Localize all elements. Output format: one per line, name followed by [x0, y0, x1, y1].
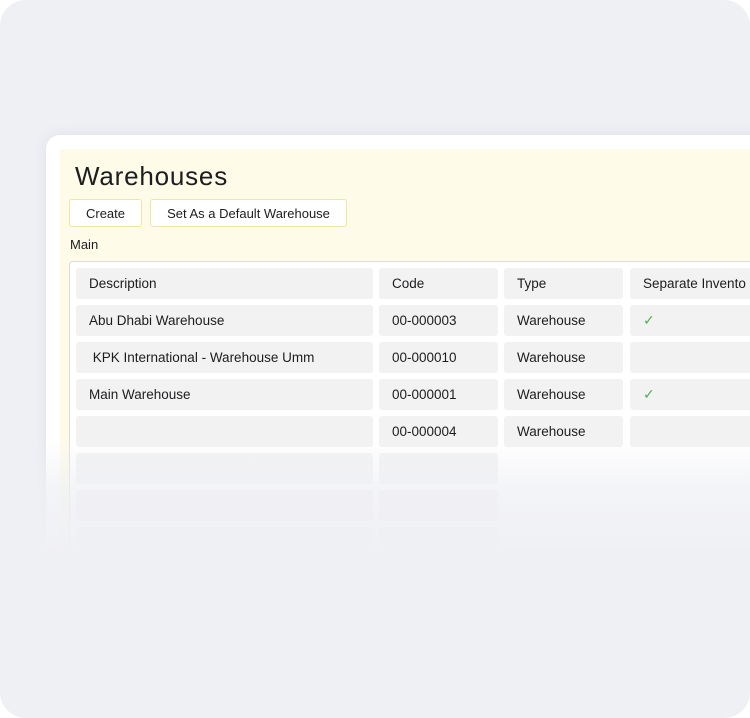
table-row-separate-inventory[interactable]: [630, 342, 750, 373]
set-default-warehouse-button[interactable]: Set As a Default Warehouse: [150, 199, 347, 227]
placeholder-cell: [76, 527, 373, 558]
create-button[interactable]: Create: [69, 199, 142, 227]
table-row-type[interactable]: Warehouse: [504, 416, 623, 447]
table-row-code[interactable]: 00-000010: [379, 342, 498, 373]
column-header-type[interactable]: Type: [504, 268, 623, 299]
placeholder-cell: [379, 527, 498, 558]
table-row-code[interactable]: 00-000003: [379, 305, 498, 336]
placeholder-cell: [379, 490, 498, 521]
table-row-separate-inventory[interactable]: ✓: [630, 305, 750, 336]
placeholder-cell: [76, 490, 373, 521]
column-header-description[interactable]: Description: [76, 268, 373, 299]
placeholder-cell: [379, 453, 498, 484]
check-icon: ✓: [643, 312, 655, 328]
check-icon: ✓: [643, 386, 655, 402]
placeholder-cell: [76, 453, 373, 484]
table-row-description[interactable]: Abu Dhabi Warehouse: [76, 305, 373, 336]
table-row-type[interactable]: Warehouse: [504, 305, 623, 336]
group-label: Main: [70, 237, 99, 252]
screenshot-frame: Warehouses Create Set As a Default Wareh…: [0, 0, 750, 718]
table-row-type[interactable]: Warehouse: [504, 379, 623, 410]
column-header-code[interactable]: Code: [379, 268, 498, 299]
table-row-code[interactable]: 00-000001: [379, 379, 498, 410]
table-row-separate-inventory[interactable]: [630, 416, 750, 447]
table-row-description[interactable]: Main Warehouse: [76, 379, 373, 410]
page-title: Warehouses: [75, 161, 228, 191]
warehouses-table: Description Code Type Separate Invento A…: [69, 261, 750, 695]
table-row-separate-inventory[interactable]: ✓: [630, 379, 750, 410]
table-row-type[interactable]: Warehouse: [504, 342, 623, 373]
table-row-description[interactable]: [76, 416, 373, 447]
table-row-description[interactable]: KPK International - Warehouse Umm: [76, 342, 373, 373]
column-header-separate-inventory[interactable]: Separate Invento: [630, 268, 750, 299]
app-window: Warehouses Create Set As a Default Wareh…: [46, 135, 750, 695]
warehouses-panel: Warehouses Create Set As a Default Wareh…: [60, 149, 750, 695]
table-row-code[interactable]: 00-000004: [379, 416, 498, 447]
